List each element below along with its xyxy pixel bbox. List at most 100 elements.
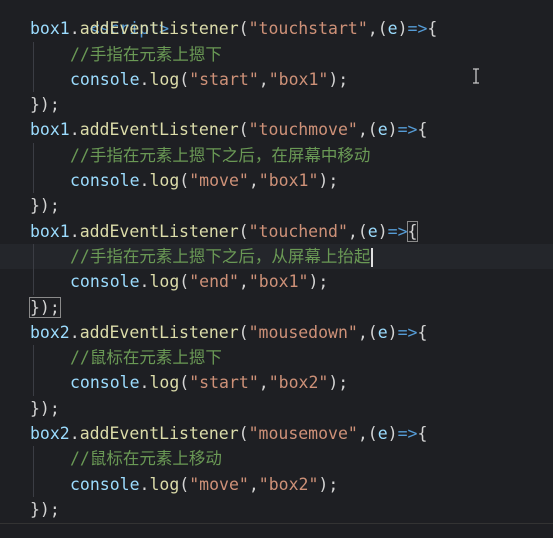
dot: . [69, 19, 80, 39]
listener-closing-line: }); [0, 497, 553, 522]
dot: . [69, 322, 80, 342]
paren: ( [238, 221, 249, 241]
paren: ( [238, 424, 249, 444]
comma: , [248, 474, 259, 494]
listener-closing-line: }); [0, 295, 553, 320]
comma: , [258, 373, 269, 393]
log-method: log [149, 272, 180, 292]
paren-semicolon: ); [318, 171, 339, 191]
closing-brace: }); [29, 296, 61, 318]
paren: ( [357, 221, 368, 241]
event-name: "touchend" [248, 221, 348, 241]
log-method: log [149, 373, 180, 393]
paren: ( [238, 120, 249, 140]
listener-closing-line: }); [0, 396, 553, 421]
object-name: box1 [30, 19, 70, 39]
indent-guide [33, 41, 34, 67]
code-editor[interactable]: <script> box1.addEventListener("touchsta… [0, 0, 553, 538]
object-name: box2 [30, 424, 70, 444]
paren: ( [377, 19, 388, 39]
text-caret [371, 247, 374, 267]
log-arg: "start" [189, 69, 259, 89]
comma: , [357, 322, 368, 342]
code-comment: //手指在元素上摁下之后，从屏幕上抬起 [70, 246, 371, 266]
paren: ( [179, 171, 190, 191]
log-arg: "box1" [268, 69, 329, 89]
log-arg: "box2" [268, 373, 329, 393]
comment-line: //鼠标在元素上移动 [0, 446, 553, 472]
open-brace: { [417, 322, 428, 342]
comma: , [357, 424, 368, 444]
object-name: box1 [30, 120, 70, 140]
paren: ( [367, 120, 378, 140]
console-log-line: console.log("start","box2"); [0, 370, 553, 396]
listener-closing-line: }); [0, 92, 553, 117]
object-name: box2 [30, 322, 70, 342]
paren: ( [238, 322, 249, 342]
object-name: box1 [30, 221, 70, 241]
paren: ) [387, 120, 398, 140]
console-log-line: console.log("move","box2"); [0, 471, 553, 497]
dot: . [69, 221, 80, 241]
log-arg: "end" [189, 272, 239, 292]
comment-line: //手指在元素上摁下 [0, 41, 553, 67]
paren: ( [238, 19, 249, 39]
log-arg: "box1" [258, 171, 319, 191]
arrow-operator: => [397, 120, 418, 140]
arrow-operator: => [407, 19, 428, 39]
comment-line: //鼠标在元素上摁下 [0, 345, 553, 371]
paren: ( [179, 373, 190, 393]
code-comment: //鼠标在元素上移动 [70, 449, 222, 469]
method-name: addEventListener [79, 19, 239, 39]
param-name: e [367, 221, 378, 241]
param-name: e [377, 322, 388, 342]
listener-header-line: box2.addEventListener("mousemove",(e)=>{ [0, 421, 553, 446]
indent-guide [33, 66, 34, 93]
dot: . [139, 272, 150, 292]
paren: ( [179, 69, 190, 89]
indent-guide [33, 370, 34, 396]
listener-closing-line: }); [0, 193, 553, 218]
comma: , [258, 69, 269, 89]
indent-guide [33, 269, 34, 295]
comma: , [248, 171, 259, 191]
log-method: log [149, 474, 180, 494]
console-object: console [70, 69, 140, 89]
console-object: console [70, 373, 140, 393]
closing-brace: }); [30, 95, 60, 115]
log-method: log [149, 69, 180, 89]
comment-line: //手指在元素上摁下之后，从屏幕上抬起 [0, 243, 553, 270]
open-brace: { [417, 424, 428, 444]
method-name: addEventListener [79, 221, 239, 241]
paren: ) [387, 322, 398, 342]
method-name: addEventListener [79, 120, 239, 140]
event-name: "touchmove" [248, 120, 358, 140]
method-name: addEventListener [79, 424, 239, 444]
log-arg: "box1" [248, 272, 309, 292]
paren: ) [387, 424, 398, 444]
console-log-line: console.log("end","box1"); [0, 269, 553, 295]
dot: . [139, 474, 150, 494]
paren: ( [179, 272, 190, 292]
indent-guide [33, 446, 34, 472]
comma: , [347, 221, 358, 241]
paren-semicolon: ); [318, 474, 339, 494]
event-name: "mousemove" [248, 424, 358, 444]
dot: . [69, 120, 80, 140]
listener-header-line: box2.addEventListener("mousedown",(e)=>{ [0, 320, 553, 345]
closing-brace: }); [30, 499, 60, 519]
log-arg: "move" [189, 171, 249, 191]
console-log-line: console.log("move","box1"); [0, 168, 553, 194]
console-object: console [70, 171, 140, 191]
comma: , [357, 120, 368, 140]
listener-header-line: box1.addEventListener("touchend",(e)=>{ [0, 219, 553, 244]
paren: ) [377, 221, 388, 241]
bottom-divider [0, 523, 553, 524]
paren: ) [397, 19, 408, 39]
paren: ( [179, 474, 190, 494]
text-cursor-ibeam-icon [473, 68, 479, 84]
arrow-operator: => [397, 322, 418, 342]
paren-semicolon: ); [328, 373, 349, 393]
indent-guide [33, 345, 34, 371]
indent-guide [33, 168, 34, 194]
